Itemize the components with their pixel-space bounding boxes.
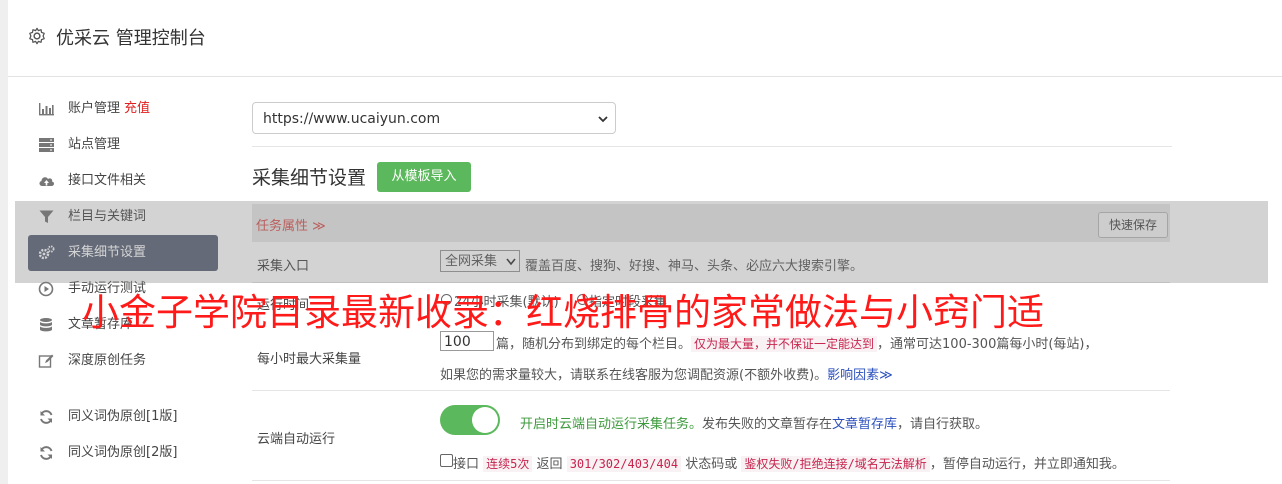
bar-chart-icon [39,103,54,116]
influence-factors-link[interactable]: 影响因素≫ [827,368,893,383]
max-per-hour-desc2: 如果您的需求量较大，请联系在线客服为您调配资源(不额外收费)。影响因素≫ [440,368,893,383]
sidebar-item-synonym-v2[interactable]: 同义词伪原创[2版] [28,435,218,471]
sidebar-item-label: 同义词伪原创[2版] [68,445,178,460]
gear-icon [29,27,45,45]
site-select-value: https://www.ucaiyun.com [263,111,441,127]
play-circle-icon [38,281,54,297]
import-template-button[interactable]: 从模板导入 [377,162,471,192]
sidebar-item-label: 同义词伪原创[1版] [68,409,178,424]
sidebar-item-synonym-v1[interactable]: 同义词伪原创[1版] [28,399,218,435]
sidebar-item-deep-original[interactable]: 深度原创任务 [28,343,218,379]
edit-icon [38,354,54,368]
refresh-icon [40,446,53,460]
cloud-upload-icon [39,177,55,186]
server-icon [39,138,54,152]
pause-on-error-desc: 接口 连续5次 返回 301/302/403/404 状态码或 鉴权失败/拒绝连… [453,456,1125,472]
max-per-hour-label: 每小时最大采集量 [257,352,362,367]
recharge-link[interactable]: 充值 [124,101,150,116]
cloud-run-toggle[interactable] [440,405,500,435]
sidebar-item-label: 深度原创任务 [68,353,147,368]
article-storage-link[interactable]: 文章暂存库 [832,417,897,432]
page-title: 优采云 管理控制台 [56,28,206,49]
cloud-run-label: 云端自动运行 [257,432,336,447]
watermark-text: 小金子学院目录最新收录：红烧排骨的家常做法与小窍门适 [82,291,1044,334]
refresh-icon [40,410,53,424]
chevron-down-icon [598,116,608,123]
overlay-band [15,201,1268,283]
section-title: 采集细节设置 [252,167,367,189]
sidebar-item-label: 站点管理 [68,137,121,152]
sidebar-item-label: 账户管理 [68,101,121,116]
sidebar-item-sites[interactable]: 站点管理 [28,127,218,163]
sidebar-item-interface[interactable]: 接口文件相关 [28,163,218,199]
cloud-run-desc: 开启时云端自动运行采集任务。发布失败的文章暂存在文章暂存库，请自行获取。 [520,417,989,432]
top-bar: 优采云 管理控制台 [8,0,1282,77]
sidebar-item-account[interactable]: 账户管理 充值 [28,91,218,127]
sidebar-item-label: 接口文件相关 [68,173,147,188]
database-icon [40,318,52,332]
site-select[interactable]: https://www.ucaiyun.com [252,102,616,134]
pause-on-error-checkbox[interactable] [440,454,453,467]
